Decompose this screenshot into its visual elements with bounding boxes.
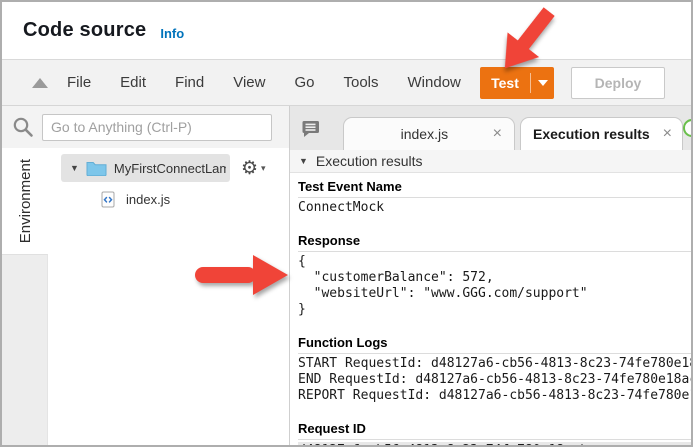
page-title: Code source xyxy=(23,19,146,42)
section-title: Execution results xyxy=(316,153,423,169)
info-link[interactable]: Info xyxy=(160,26,184,41)
environment-strip: Environment xyxy=(2,148,48,445)
collapse-panel-icon[interactable] xyxy=(32,78,48,88)
menu-go[interactable]: Go xyxy=(294,74,314,91)
menu-tools[interactable]: Tools xyxy=(343,74,378,91)
tab-list-icon[interactable] xyxy=(301,120,320,137)
app-body: Environment ▼ MyFirstConnectLambda xyxy=(2,106,691,445)
status-circle-icon xyxy=(683,119,691,137)
menu-edit[interactable]: Edit xyxy=(120,74,146,91)
folder-expander-icon[interactable]: ▼ xyxy=(70,163,79,173)
search-icon xyxy=(12,116,35,139)
folder-pill[interactable]: ▼ MyFirstConnectLambda xyxy=(61,154,230,182)
tab-indexjs-label: index.js xyxy=(358,126,491,142)
menu-find[interactable]: Find xyxy=(175,74,204,91)
response-json-line: "websiteUrl": "www.GGG.com/support" xyxy=(298,286,691,302)
menu-view[interactable]: View xyxy=(233,74,265,91)
tree-folder-row[interactable]: ▼ MyFirstConnectLambda ⚙ ▾ xyxy=(61,153,289,183)
main-panel: index.js × Execution results × ▼ Executi… xyxy=(289,106,691,445)
test-event-name-heading: Test Event Name xyxy=(298,179,691,198)
tree-file-row-indexjs[interactable]: index.js xyxy=(101,186,289,212)
response-json-line: { xyxy=(298,254,691,270)
menu-window[interactable]: Window xyxy=(408,74,461,91)
caret-down-icon xyxy=(538,80,548,86)
test-event-name-value: ConnectMock xyxy=(298,200,691,216)
file-name: index.js xyxy=(126,192,170,207)
response-json-line: } xyxy=(298,302,691,318)
environment-tab-label: Environment xyxy=(17,159,34,243)
request-id-value: d48127a6-cb56-4813-8c23-74fe780e18ac xyxy=(298,443,580,446)
log-line-start: START RequestId: d48127a6-cb56-4813-8c23… xyxy=(298,356,691,372)
tree-settings-button[interactable]: ⚙ ▾ xyxy=(241,159,266,178)
sidebar-lower: Environment ▼ MyFirstConnectLambda xyxy=(2,148,289,445)
test-dropdown-button[interactable] xyxy=(531,80,554,86)
response-json-line: "customerBalance": 572, xyxy=(298,270,691,286)
search-row xyxy=(2,106,289,148)
folder-icon xyxy=(86,160,107,176)
close-icon[interactable]: × xyxy=(661,126,674,142)
function-logs-heading: Function Logs xyxy=(298,335,691,354)
gear-icon: ⚙ xyxy=(241,159,258,178)
js-file-icon xyxy=(101,191,115,208)
environment-tab[interactable]: Environment xyxy=(2,148,48,254)
triangle-down-icon: ▼ xyxy=(299,156,308,166)
text-cursor xyxy=(581,444,583,446)
request-id-strip[interactable]: d48127a6-cb56-4813-8c23-74fe780e18ac xyxy=(298,442,691,445)
deploy-button-label: Deploy xyxy=(595,75,642,91)
tab-bar: index.js × Execution results × xyxy=(290,106,691,150)
log-line-report: REPORT RequestId: d48127a6-cb56-4813-8c2… xyxy=(298,388,691,404)
tab-indexjs[interactable]: index.js × xyxy=(343,117,515,150)
test-button-label: Test xyxy=(480,75,530,91)
menu-bar: File Edit Find View Go Tools Window Test… xyxy=(2,59,691,106)
lambda-code-editor-window: Code source Info File Edit Find View Go … xyxy=(0,0,693,447)
gear-caret-icon: ▾ xyxy=(261,163,266,174)
header: Code source Info xyxy=(2,2,691,59)
file-tree: ▼ MyFirstConnectLambda ⚙ ▾ xyxy=(48,148,289,445)
test-button[interactable]: Test xyxy=(480,67,554,99)
execution-results-content: Test Event Name ConnectMock Response { "… xyxy=(290,173,691,445)
menu-items: File Edit Find View Go Tools Window xyxy=(67,74,461,91)
log-line-end: END RequestId: d48127a6-cb56-4813-8c23-7… xyxy=(298,372,691,388)
tab-execution-results-label: Execution results xyxy=(533,126,650,142)
environment-strip-rest xyxy=(2,254,48,445)
close-icon[interactable]: × xyxy=(491,126,504,142)
sidebar: Environment ▼ MyFirstConnectLambda xyxy=(2,106,289,445)
execution-results-section-header[interactable]: ▼ Execution results xyxy=(290,150,691,173)
tab-execution-results[interactable]: Execution results × xyxy=(520,117,683,150)
folder-name: MyFirstConnectLambda xyxy=(114,161,226,176)
menu-file[interactable]: File xyxy=(67,74,91,91)
deploy-button[interactable]: Deploy xyxy=(571,67,665,99)
request-id-heading: Request ID xyxy=(298,421,691,440)
go-to-anything-input[interactable] xyxy=(42,114,272,141)
response-heading: Response xyxy=(298,233,691,252)
